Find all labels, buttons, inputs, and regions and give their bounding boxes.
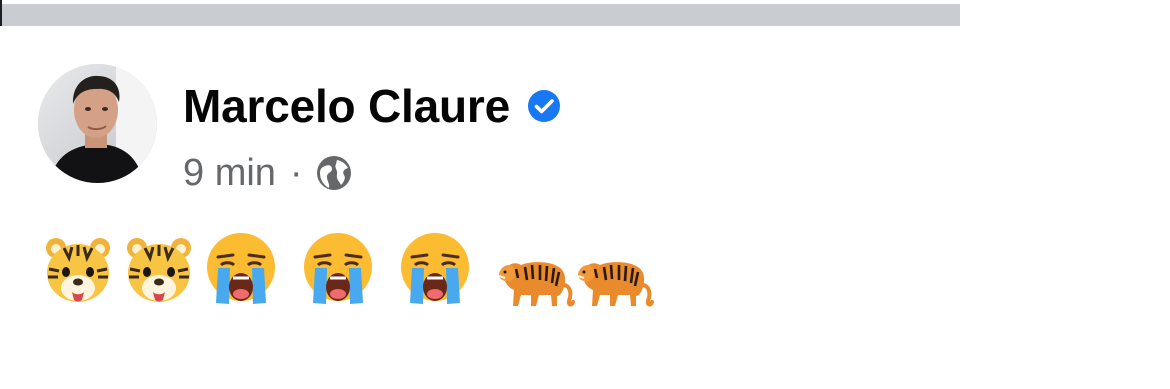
tiger-emoji bbox=[574, 252, 656, 308]
tiger-face-emoji bbox=[44, 234, 112, 306]
post-text-emojis bbox=[44, 230, 744, 312]
post-card: Marcelo Claure 9 min · bbox=[0, 26, 960, 389]
globe-icon[interactable] bbox=[315, 154, 353, 192]
post-timestamp[interactable]: 9 min bbox=[183, 150, 276, 196]
tiger-emoji bbox=[496, 252, 576, 308]
loudly-crying-face-emoji bbox=[398, 230, 472, 306]
loudly-crying-face-emoji bbox=[301, 230, 375, 306]
tiger-face-emoji bbox=[125, 234, 193, 306]
verified-badge-icon bbox=[526, 88, 562, 124]
author-name[interactable]: Marcelo Claure bbox=[183, 78, 510, 134]
author-row: Marcelo Claure bbox=[183, 78, 562, 134]
author-avatar[interactable] bbox=[38, 64, 157, 183]
loudly-crying-face-emoji bbox=[204, 230, 278, 306]
meta-separator: · bbox=[289, 152, 303, 194]
post-meta: 9 min · bbox=[183, 150, 353, 196]
avatar-photo bbox=[38, 64, 157, 183]
feed-divider-bar bbox=[2, 4, 960, 26]
